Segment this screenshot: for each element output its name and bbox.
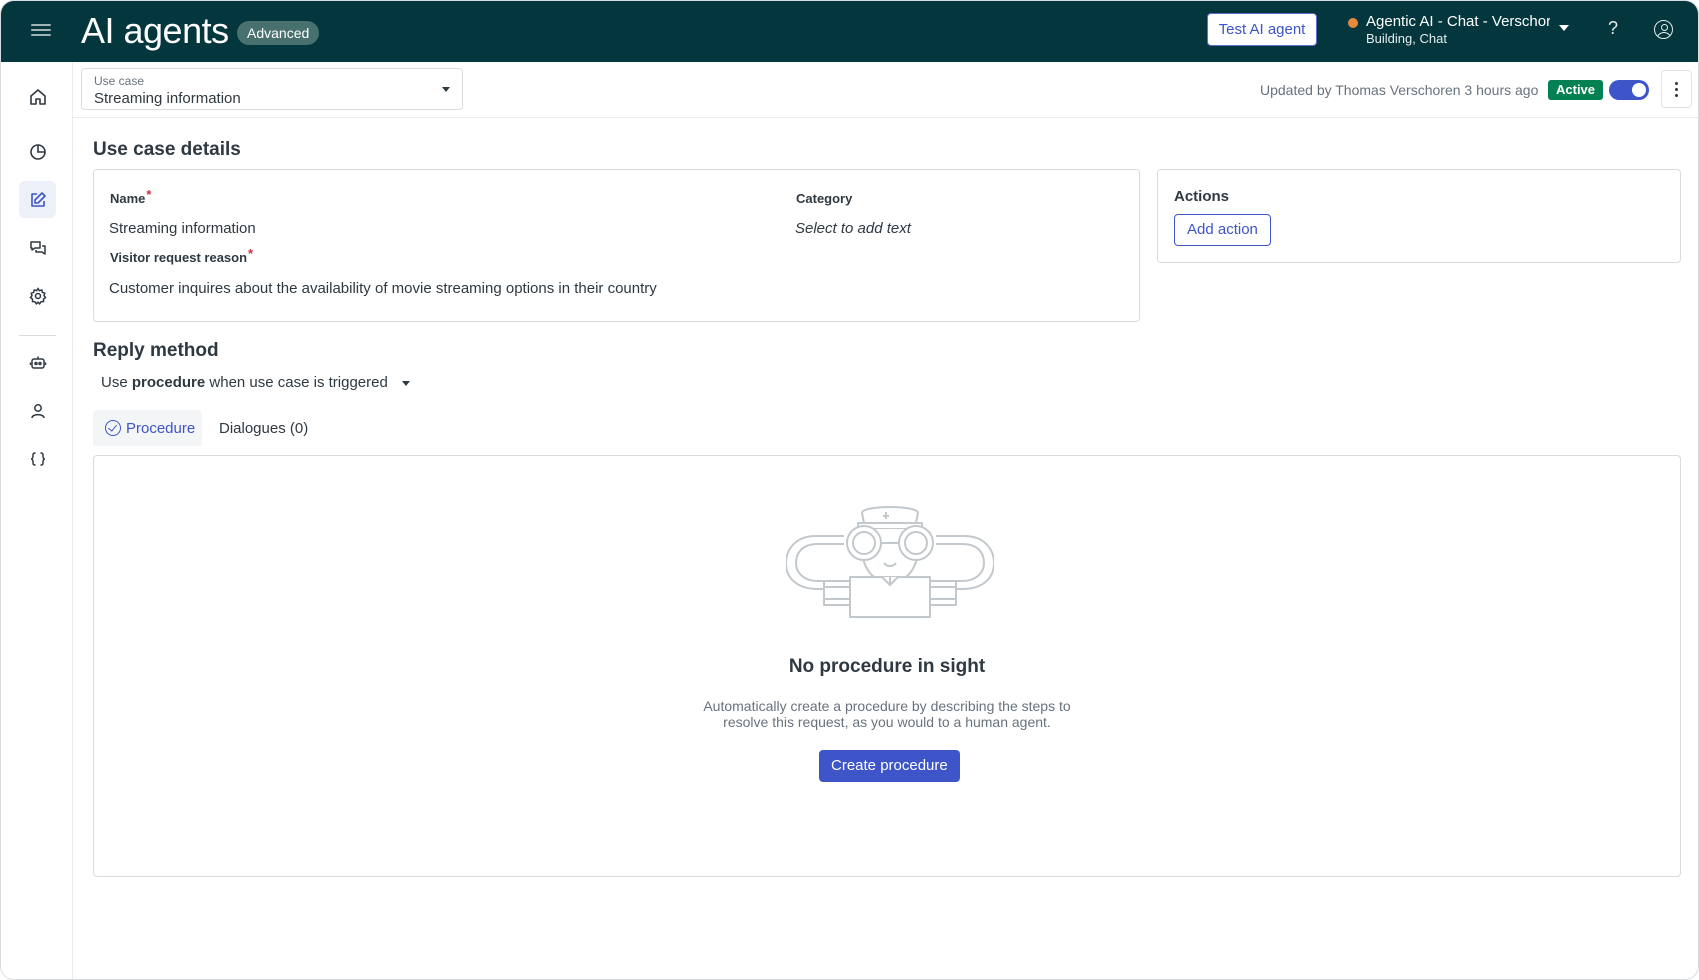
- empty-state-title: No procedure in sight: [788, 656, 986, 677]
- tab-dialogues-label: Dialogues (0): [219, 419, 309, 437]
- category-label: Category: [796, 191, 853, 206]
- nav-users[interactable]: [19, 392, 56, 429]
- active-toggle[interactable]: [1609, 80, 1649, 100]
- use-case-toolbar: Use case Streaming information Updated b…: [73, 62, 1698, 118]
- empty-state-desc-line1: Automatically create a procedure by desc…: [703, 698, 1071, 714]
- chevron-down-icon: [402, 380, 410, 386]
- user-profile-icon[interactable]: [1654, 20, 1673, 39]
- home-icon: [29, 88, 46, 105]
- app-title: AI agents: [81, 10, 229, 51]
- procedure-panel: No procedure in sight Automatically crea…: [93, 455, 1681, 877]
- visitor-request-reason-label: Visitor request reason*: [110, 246, 254, 265]
- binoculars-sailor-illustration: [786, 506, 994, 618]
- app-window: AI agents Advanced Test AI agent Agentic…: [0, 0, 1699, 980]
- reply-method-dropdown[interactable]: Use procedure when use case is triggered: [101, 374, 410, 391]
- chevron-down-icon[interactable]: [1559, 25, 1569, 31]
- use-case-label: Use case: [94, 74, 145, 88]
- reply-method-title: Reply method: [93, 340, 219, 361]
- top-bar: AI agents Advanced Test AI agent Agentic…: [1, 1, 1698, 62]
- chevron-down-icon: [442, 87, 450, 92]
- edit-icon: [30, 191, 46, 207]
- menu-icon[interactable]: [31, 21, 51, 41]
- person-icon: [30, 403, 45, 418]
- tab-dialogues[interactable]: Dialogues (0): [207, 410, 315, 446]
- nav-ai-agent[interactable]: [19, 344, 56, 381]
- agent-name[interactable]: Agentic AI - Chat - Verschoren: [1366, 13, 1550, 30]
- left-navigation: [1, 62, 73, 979]
- advanced-badge: Advanced: [237, 21, 320, 45]
- use-case-select[interactable]: Use case Streaming information: [81, 68, 463, 110]
- pie-chart-icon: [29, 143, 46, 160]
- category-field[interactable]: Select to add text: [795, 220, 911, 237]
- reply-prefix: Use: [101, 374, 128, 391]
- use-case-value: Streaming information: [94, 90, 241, 107]
- name-label: Name*: [110, 187, 152, 206]
- nav-settings[interactable]: [19, 277, 56, 314]
- toggle-knob: [1632, 83, 1646, 97]
- add-action-button[interactable]: Add action: [1174, 214, 1271, 246]
- status-badge: Active: [1548, 80, 1604, 100]
- nav-home[interactable]: [19, 78, 56, 115]
- nav-integrations[interactable]: [19, 440, 56, 477]
- braces-icon: [30, 451, 45, 466]
- actions-card: Actions Add action: [1157, 169, 1681, 263]
- nav-use-cases[interactable]: [19, 181, 56, 218]
- gear-icon: [28, 286, 47, 305]
- reply-suffix: when use case is triggered: [209, 374, 388, 391]
- more-options-icon[interactable]: [1661, 70, 1692, 108]
- agent-status-dot: [1348, 18, 1358, 28]
- tab-procedure-label: Procedure: [126, 419, 196, 437]
- check-circle-icon: [105, 420, 121, 436]
- help-icon[interactable]: ?: [1605, 18, 1621, 42]
- nav-divider: [19, 335, 56, 336]
- updated-info: Updated by Thomas Verschoren 3 hours ago: [1260, 82, 1539, 98]
- test-ai-agent-button[interactable]: Test AI agent: [1207, 13, 1317, 46]
- visitor-request-reason-field[interactable]: Customer inquires about the availability…: [109, 280, 657, 297]
- use-case-details-card: Name* Streaming information Category Sel…: [93, 169, 1140, 322]
- agent-channels: Building, Chat: [1366, 31, 1447, 46]
- nav-conversations[interactable]: [19, 229, 56, 266]
- tab-procedure[interactable]: Procedure: [93, 410, 202, 446]
- robot-icon: [29, 356, 46, 369]
- empty-state-desc-line2: resolve this request, as you would to a …: [723, 714, 1051, 730]
- nav-reporting[interactable]: [19, 133, 56, 170]
- reply-method-value: procedure: [131, 374, 206, 391]
- actions-title: Actions: [1174, 188, 1230, 205]
- chat-bubbles-icon: [29, 240, 46, 255]
- use-case-details-title: Use case details: [93, 139, 241, 160]
- name-field[interactable]: Streaming information: [109, 220, 256, 237]
- create-procedure-button[interactable]: Create procedure: [819, 750, 960, 782]
